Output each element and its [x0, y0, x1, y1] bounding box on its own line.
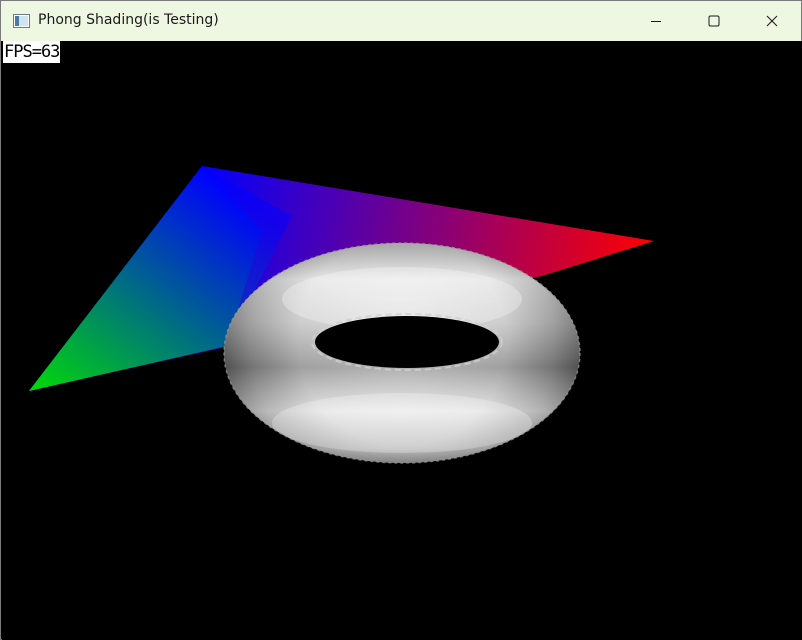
window-title: Phong Shading(is Testing) — [38, 12, 219, 28]
maximize-icon — [708, 15, 720, 27]
3d-scene — [29, 166, 654, 464]
window-app-icon — [13, 13, 30, 28]
close-button[interactable] — [743, 1, 801, 41]
minimize-button[interactable] — [627, 1, 685, 41]
fps-counter: FPS=63 — [3, 41, 60, 63]
app-window: Phong Shading(is Testing) FPS=63 — [0, 0, 802, 640]
shaded-torus — [223, 242, 581, 464]
close-icon — [766, 15, 778, 27]
minimize-icon — [650, 15, 662, 27]
render-viewport[interactable]: FPS=63 — [2, 41, 802, 640]
maximize-button[interactable] — [685, 1, 743, 41]
title-bar[interactable]: Phong Shading(is Testing) — [1, 1, 801, 41]
